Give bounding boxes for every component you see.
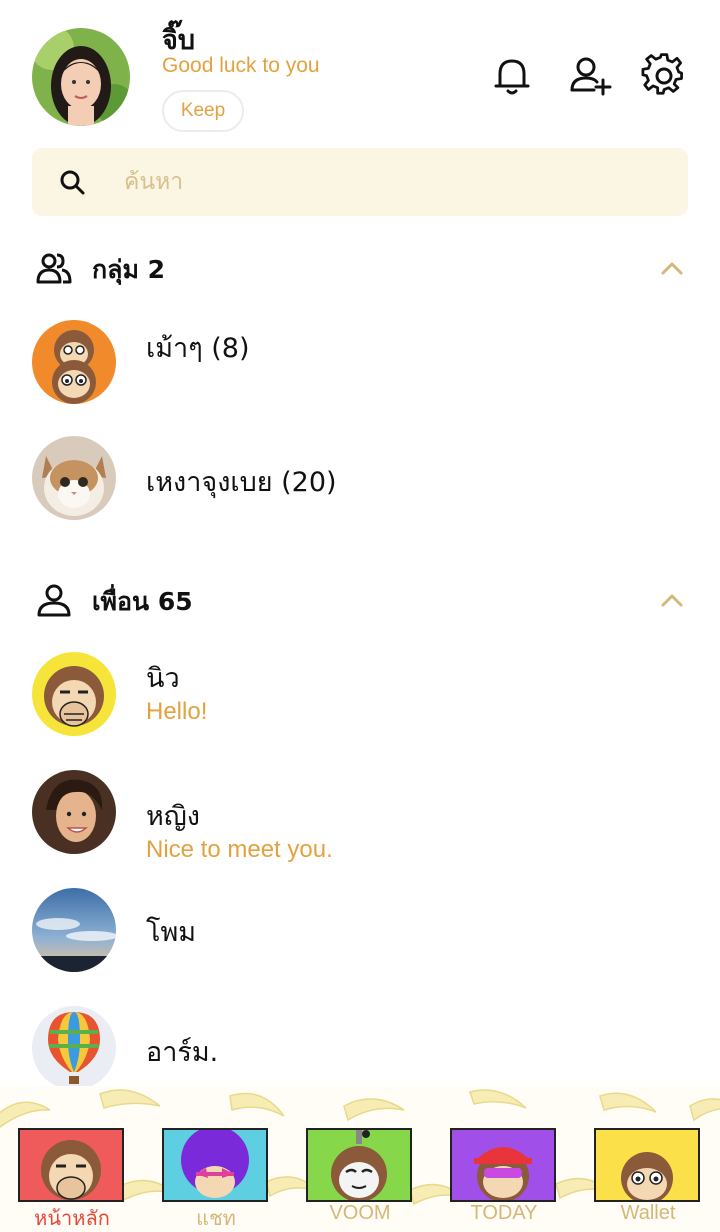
friend-avatar: [32, 888, 116, 972]
nav-tab-home-label: หน้าหลัก: [34, 1208, 110, 1230]
nav-tab-voom[interactable]: VOOM: [288, 1086, 432, 1232]
voom-monkey-icon: [306, 1128, 412, 1202]
friend-list-item[interactable]: นิว Hello!: [32, 652, 688, 738]
groups-section-header[interactable]: กลุ่ม 2: [32, 242, 688, 292]
profile-avatar[interactable]: [32, 28, 130, 126]
friend-avatar: [32, 770, 116, 854]
friend-avatar: [32, 652, 116, 736]
friends-section-header[interactable]: เพื่อน 65: [32, 574, 688, 624]
group-avatar: [32, 436, 116, 520]
keep-button[interactable]: Keep: [162, 90, 244, 132]
friend-status-message: Hello!: [146, 698, 208, 725]
nav-tab-wallet[interactable]: Wallet: [576, 1086, 720, 1232]
search-bar[interactable]: [32, 148, 688, 216]
friend-status-message: Nice to meet you.: [146, 836, 333, 863]
home-monkey-icon: [18, 1128, 124, 1202]
search-icon: [58, 168, 86, 196]
friend-name: หญิง: [146, 801, 200, 832]
nav-tab-today[interactable]: TODAY: [432, 1086, 576, 1232]
chat-monkey-icon: [162, 1128, 268, 1202]
bell-icon[interactable]: [488, 52, 536, 100]
friend-name: โพม: [146, 917, 197, 948]
groups-section-title: กลุ่ม 2: [92, 255, 166, 284]
search-input[interactable]: [124, 162, 664, 202]
group-avatar: [32, 320, 116, 404]
nav-tab-wallet-label: Wallet: [620, 1202, 676, 1224]
group-name: เหงาจุงเบย (20): [146, 467, 337, 498]
person-icon: [36, 582, 72, 618]
nav-tab-voom-label: VOOM: [329, 1202, 391, 1224]
profile-status-message[interactable]: Good luck to you: [162, 54, 320, 78]
today-monkey-icon: [450, 1128, 556, 1202]
friend-name: นิว: [146, 663, 180, 694]
friend-list-item[interactable]: หญิง Nice to meet you.: [32, 770, 688, 863]
chevron-up-icon[interactable]: [658, 586, 686, 614]
friends-section-title: เพื่อน 65: [92, 587, 193, 616]
friend-list-item[interactable]: อาร์ม.: [32, 1006, 688, 1092]
nav-tab-today-label: TODAY: [470, 1202, 538, 1224]
group-list-item[interactable]: เหงาจุงเบย (20): [32, 436, 688, 522]
bottom-navigation-bar: หน้าหลัก แชท VOOM TODAY Wallet: [0, 1086, 720, 1232]
chevron-up-icon[interactable]: [658, 254, 686, 282]
nav-tab-home[interactable]: หน้าหลัก: [0, 1086, 144, 1232]
friend-list-item[interactable]: โพม: [32, 888, 688, 974]
friend-name: อาร์ม.: [146, 1037, 219, 1068]
settings-gear-icon[interactable]: [640, 52, 688, 100]
add-friend-icon[interactable]: [566, 52, 614, 100]
nav-tab-chat-label: แชท: [196, 1208, 236, 1230]
wallet-monkey-icon: [594, 1128, 700, 1202]
nav-tab-chat[interactable]: แชท: [144, 1086, 288, 1232]
group-name: เม้าๆ (8): [146, 333, 250, 364]
group-list-item[interactable]: เม้าๆ (8): [32, 320, 688, 406]
group-people-icon: [36, 250, 72, 286]
friend-avatar: [32, 1006, 116, 1090]
